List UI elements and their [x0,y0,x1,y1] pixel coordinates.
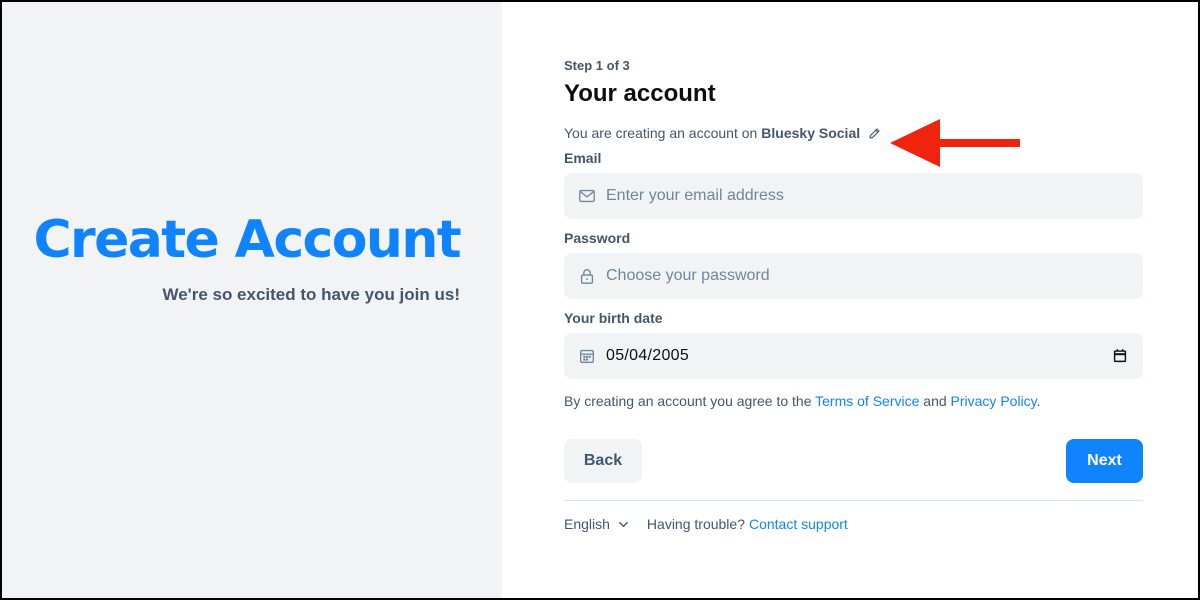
hero-panel: Create Account We're so excited to have … [2,2,502,598]
terms-and: and [923,393,947,409]
service-info: You are creating an account on Bluesky S… [564,125,1143,141]
birthdate-value: 05/04/2005 [606,347,690,364]
birthdate-field[interactable]: 05/04/2005 [564,333,1143,379]
email-label: Email [564,150,602,166]
next-button[interactable]: Next [1066,439,1143,483]
language-label: English [564,516,610,532]
service-prefix: You are creating an account on [564,125,758,141]
terms-suffix: . [1036,393,1041,409]
form-actions: Back Next [564,439,1143,483]
chevron-down-icon [619,521,628,527]
password-label: Password [564,230,631,246]
annotation-arrow-icon [890,119,1020,167]
email-placeholder: Enter your email address [606,187,784,204]
birthdate-label: Your birth date [564,310,663,326]
envelope-icon [579,189,595,203]
lock-icon [580,269,594,284]
back-button[interactable]: Back [564,439,642,483]
contact-support-link[interactable]: Contact support [749,516,848,532]
terms-prefix: By creating an account you agree to the [564,393,812,409]
service-name[interactable]: Bluesky Social [761,125,860,141]
terms-text: By creating an account you agree to the … [564,393,1143,409]
trouble-text: Having trouble? [646,516,745,532]
page-frame: Create Account We're so excited to have … [2,2,1198,598]
privacy-policy-link[interactable]: Privacy Policy [951,393,1037,409]
pencil-icon[interactable] [868,127,881,140]
language-selector[interactable]: English [564,516,629,532]
form-footer: English Having trouble? Contact support [564,516,1143,532]
signup-form: Step 1 of 3 Your account You are creatin… [564,58,1143,532]
password-field[interactable]: Choose your password [564,253,1143,299]
hero-title: Create Account [33,210,461,270]
calendar-picker-icon[interactable] [1111,347,1129,365]
form-panel: Step 1 of 3 Your account You are creatin… [502,2,1198,598]
hero-subtitle: We're so excited to have you join us! [162,285,460,304]
step-indicator: Step 1 of 3 [564,58,630,73]
terms-of-service-link[interactable]: Terms of Service [815,393,919,409]
footer-divider [564,500,1143,501]
calendar-icon [580,349,594,363]
password-placeholder: Choose your password [606,267,770,284]
form-title: Your account [564,80,716,107]
email-field[interactable]: Enter your email address [564,173,1143,219]
